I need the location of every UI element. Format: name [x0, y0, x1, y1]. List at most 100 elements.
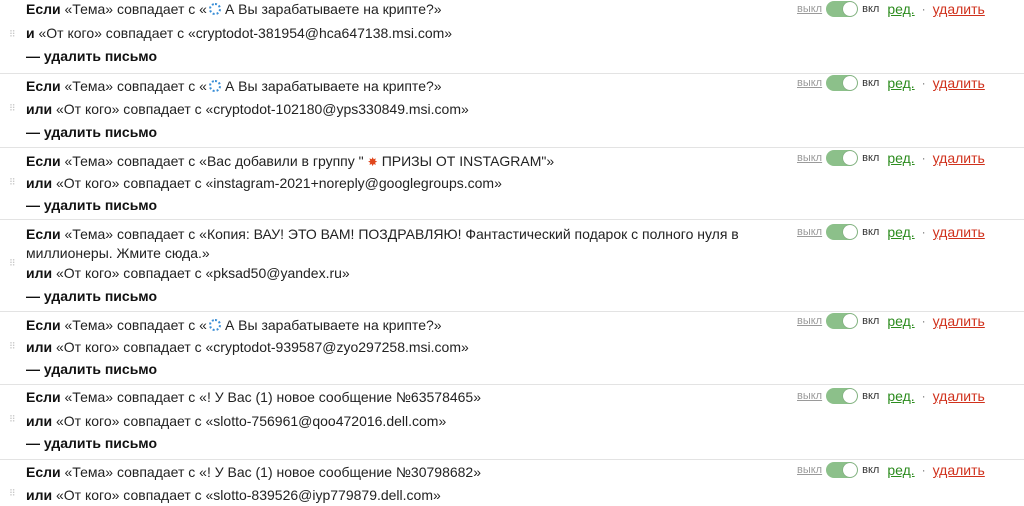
edit-link[interactable]: ред. — [887, 388, 914, 404]
edit-link[interactable]: ред. — [887, 1, 914, 17]
enable-toggle[interactable] — [826, 462, 859, 478]
delete-link[interactable]: удалить — [933, 75, 985, 91]
separator-dot: · — [921, 314, 926, 328]
toggle-knob — [843, 463, 858, 477]
rule-condition-subject: Если «Тема» совпадает с « А Вы зарабатыва… — [26, 76, 442, 96]
delete-link[interactable]: удалить — [933, 313, 985, 329]
rule-controls: выкл вкл ред. · удалить — [797, 223, 985, 241]
drag-handle-icon[interactable]: ⠿ — [9, 415, 16, 427]
if-keyword: Если — [26, 153, 61, 169]
sender-condition-text: «От кого» совпадает с «cryptodot-102180@… — [56, 101, 469, 117]
burst-icon: ✸ — [367, 155, 378, 169]
rule-condition-sender: или «От кого» совпадает с «pksad50@yande… — [26, 263, 350, 283]
rule-condition-sender: или «От кого» совпадает с «cryptodot-939… — [26, 337, 469, 357]
operator-keyword: или — [26, 487, 53, 503]
filter-rule: ⠿ Если «Тема» совпадает с «Копия: ВАУ! Э… — [0, 220, 1024, 312]
rule-condition-subject: Если «Тема» совпадает с «! У Вас (1) нов… — [26, 387, 481, 407]
enable-toggle[interactable] — [826, 75, 859, 91]
sender-condition-text: «От кого» совпадает с «slotto-756961@qoo… — [56, 413, 447, 429]
off-link[interactable]: выкл — [797, 226, 822, 238]
off-link[interactable]: выкл — [797, 77, 822, 89]
subject-condition-text: «Тема» совпадает с «Копия: ВАУ! ЭТО ВАМ!… — [26, 226, 739, 261]
enable-toggle[interactable] — [826, 1, 859, 17]
rule-action: — удалить письмо — [26, 288, 158, 304]
drag-handle-icon[interactable]: ⠿ — [9, 178, 16, 190]
toggle-knob — [843, 76, 858, 90]
rule-controls: выкл вкл ред. · удалить — [797, 74, 985, 92]
operator-keyword: или — [26, 175, 53, 191]
separator-dot: · — [921, 389, 926, 403]
off-link[interactable]: выкл — [797, 464, 822, 476]
on-label: вкл — [862, 315, 880, 327]
on-label: вкл — [862, 390, 880, 402]
operator-keyword: или — [26, 265, 53, 281]
off-link[interactable]: выкл — [797, 152, 822, 164]
rule-condition-sender: или «От кого» совпадает с «cryptodot-102… — [26, 99, 469, 119]
edit-link[interactable]: ред. — [887, 224, 914, 240]
filter-rule: ⠿ Если «Тема» совпадает с «! У Вас (1) н… — [0, 460, 1024, 506]
rule-controls: выкл вкл ред. · удалить — [797, 0, 985, 18]
edit-link[interactable]: ред. — [887, 313, 914, 329]
rule-controls: выкл вкл ред. · удалить — [797, 312, 985, 330]
if-keyword: Если — [26, 1, 61, 17]
subject-condition-prefix: «Тема» совпадает с «Вас добавили в групп… — [64, 153, 364, 169]
enable-toggle[interactable] — [826, 388, 859, 404]
enable-toggle[interactable] — [826, 150, 859, 166]
rule-condition-sender: или «От кого» совпадает с «slotto-839526… — [26, 485, 441, 505]
toggle-knob — [843, 151, 858, 165]
edit-link[interactable]: ред. — [887, 462, 914, 478]
delete-link[interactable]: удалить — [933, 150, 985, 166]
delete-link[interactable]: удалить — [933, 462, 985, 478]
delete-link[interactable]: удалить — [933, 224, 985, 240]
subject-condition-prefix: «Тема» совпадает с « — [64, 317, 207, 333]
on-label: вкл — [862, 77, 880, 89]
rule-controls: выкл вкл ред. · удалить — [797, 387, 985, 405]
separator-dot: · — [921, 151, 926, 165]
delete-link[interactable]: удалить — [933, 388, 985, 404]
delete-link[interactable]: удалить — [933, 1, 985, 17]
rule-action: — удалить письмо — [26, 48, 158, 64]
rule-condition-subject: Если «Тема» совпадает с «Вас добавили в … — [26, 151, 554, 172]
off-link[interactable]: выкл — [797, 3, 822, 15]
separator-dot: · — [921, 225, 926, 239]
rule-condition-subject: Если «Тема» совпадает с « А Вы зарабатыва… — [26, 0, 442, 19]
enable-toggle[interactable] — [826, 224, 859, 240]
subject-condition-text: ПРИЗЫ ОТ INSTAGRAM"» — [381, 153, 555, 169]
drag-handle-icon[interactable]: ⠿ — [9, 30, 16, 42]
separator-dot: · — [921, 2, 926, 16]
drag-handle-icon[interactable]: ⠿ — [9, 489, 16, 501]
rule-condition-subject: Если «Тема» совпадает с «Копия: ВАУ! ЭТО… — [26, 225, 766, 263]
separator-dot: · — [921, 76, 926, 90]
filter-rule: ⠿ Если «Тема» совпадает с «Вас добавили … — [0, 148, 1024, 220]
filter-rule: ⠿ Если «Тема» совпадает с « А Вы зарабаты… — [0, 74, 1024, 148]
toggle-knob — [843, 314, 858, 328]
if-keyword: Если — [26, 464, 61, 480]
subject-condition-text: «Тема» совпадает с «! У Вас (1) новое со… — [64, 389, 481, 405]
drag-handle-icon[interactable]: ⠿ — [9, 259, 16, 271]
drag-handle-icon[interactable]: ⠿ — [9, 342, 16, 354]
subject-condition-text: А Вы зарабатываете на крипте?» — [224, 1, 442, 17]
edit-link[interactable]: ред. — [887, 150, 914, 166]
off-link[interactable]: выкл — [797, 390, 822, 402]
sender-condition-text: «От кого» совпадает с «cryptodot-381954@… — [38, 25, 453, 41]
crypto-icon — [208, 3, 221, 15]
operator-keyword: и — [26, 25, 35, 41]
subject-condition-text: А Вы зарабатываете на крипте?» — [224, 78, 442, 94]
sender-condition-text: «От кого» совпадает с «pksad50@yandex.ru… — [56, 265, 350, 281]
subject-condition-prefix: «Тема» совпадает с « — [64, 1, 207, 17]
enable-toggle[interactable] — [826, 313, 859, 329]
if-keyword: Если — [26, 317, 61, 333]
subject-condition-prefix: «Тема» совпадает с « — [64, 78, 207, 94]
if-keyword: Если — [26, 389, 61, 405]
edit-link[interactable]: ред. — [887, 75, 914, 91]
rule-controls: выкл вкл ред. · удалить — [797, 461, 985, 479]
toggle-knob — [843, 389, 858, 403]
on-label: вкл — [862, 3, 880, 15]
sender-condition-text: «От кого» совпадает с «cryptodot-939587@… — [56, 339, 469, 355]
off-link[interactable]: выкл — [797, 315, 822, 327]
rule-action: — удалить письмо — [26, 197, 158, 213]
drag-handle-icon[interactable]: ⠿ — [9, 104, 16, 116]
toggle-knob — [843, 2, 858, 16]
operator-keyword: или — [26, 339, 53, 355]
rule-action: — удалить письмо — [26, 124, 158, 140]
